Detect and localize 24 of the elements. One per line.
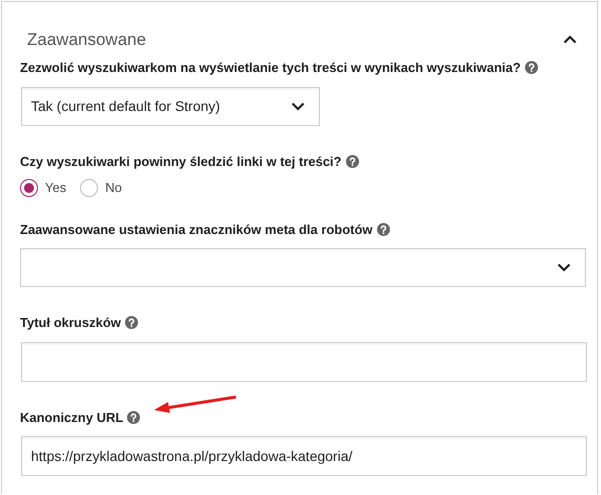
radio-option[interactable]: Yes bbox=[20, 178, 66, 198]
section-title: Zaawansowane bbox=[27, 28, 146, 51]
field-label: Tytuł okruszków bbox=[20, 314, 121, 332]
radio-button[interactable] bbox=[80, 178, 98, 197]
field-label: Zezwolić wyszukiwarkom na wyświetlanie tych treści w wynikach wyszukiwania? bbox=[20, 59, 521, 77]
collapse-toggle[interactable] bbox=[561, 33, 579, 46]
chevron-down-icon bbox=[557, 263, 571, 272]
chevron-up-icon bbox=[563, 35, 577, 44]
help-icon[interactable] bbox=[346, 154, 358, 168]
chevron-down-icon bbox=[291, 102, 305, 110]
help-icon[interactable] bbox=[524, 61, 538, 74]
select-value: Tak (current default for Strony) bbox=[31, 96, 220, 116]
radio-button[interactable] bbox=[20, 178, 38, 197]
help-icon[interactable] bbox=[376, 222, 390, 236]
text-input[interactable]: https://przykladowastrona.pl/przykladowa-kategoria/ bbox=[21, 436, 587, 476]
help-icon[interactable] bbox=[127, 410, 140, 424]
radio-option[interactable]: No bbox=[80, 178, 122, 198]
field-label: Zaawansowane ustawienia znaczników meta dla robotów bbox=[20, 220, 373, 238]
select-field[interactable]: Tak (current default for Strony) bbox=[21, 86, 320, 126]
help-icon[interactable] bbox=[124, 316, 138, 330]
text-input[interactable] bbox=[21, 342, 587, 382]
select-field[interactable] bbox=[20, 248, 586, 287]
field-label: Kanoniczny URL bbox=[20, 408, 124, 427]
field-label: Czy wyszukiwarki powinny śledzić linki w tej treści? bbox=[20, 152, 342, 171]
